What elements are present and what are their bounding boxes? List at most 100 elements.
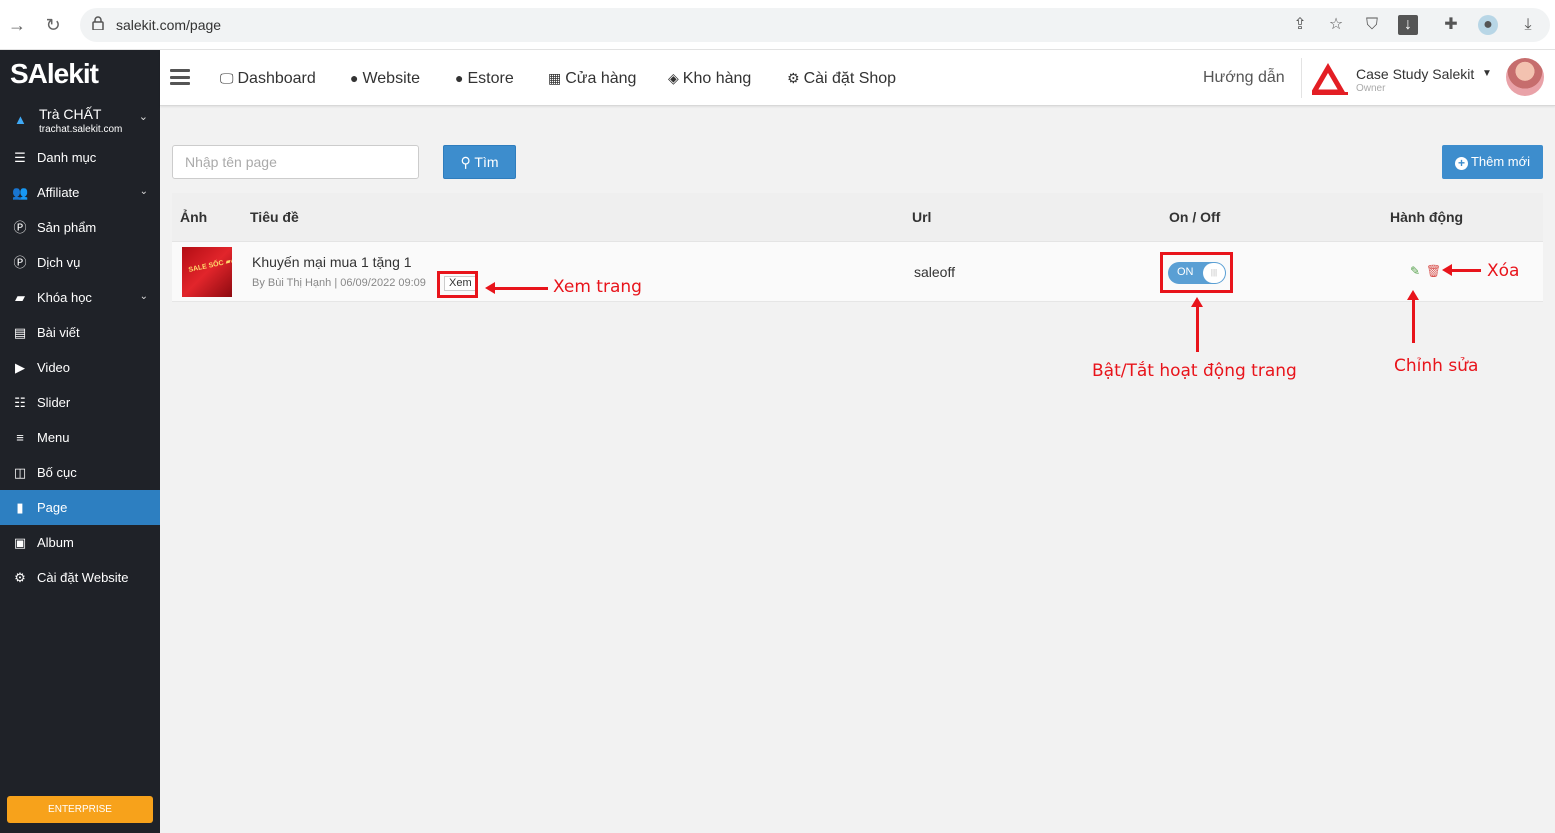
- search-button[interactable]: ⚲ Tìm: [443, 145, 516, 179]
- page-url: saleoff: [914, 264, 955, 280]
- image-icon: ▣: [13, 535, 27, 550]
- layout-icon: ◫: [13, 465, 27, 480]
- profile-icon[interactable]: ●: [1478, 15, 1498, 35]
- search-input[interactable]: [172, 145, 419, 179]
- annotation-edit-label: Chỉnh sửa: [1394, 356, 1479, 376]
- annotation-box-view: [437, 271, 478, 298]
- chevron-down-icon: ⌄: [138, 111, 148, 123]
- monitor-icon: 🖵: [220, 70, 234, 86]
- gear-icon: ⚙: [787, 70, 800, 86]
- sidebar-item-page[interactable]: ▮ Page: [0, 490, 160, 525]
- shop-icon: ▲: [14, 112, 27, 127]
- sidebar-item-khoa-hoc[interactable]: ▰ Khóa học ⌄: [0, 280, 160, 315]
- account-name[interactable]: Case Study Salekit: [1356, 66, 1474, 82]
- table-header: Ảnh Tiêu đề Url On / Off Hành động: [172, 193, 1543, 242]
- gear-icon: ⚙: [14, 570, 26, 585]
- top-navbar: 🖵 Dashboard ● Website ● Estore ▦ Cửa hàng ◈ K…: [160, 50, 1555, 106]
- nav-label: Cửa hàng: [565, 70, 637, 87]
- nav-website[interactable]: ● Website: [350, 70, 420, 88]
- download-icon[interactable]: ⤓: [1518, 15, 1538, 35]
- sidebar-item-video[interactable]: ▶ Video: [0, 350, 160, 385]
- sliders-icon: ☷: [14, 395, 26, 410]
- nav-label: Dashboard: [237, 70, 316, 87]
- nav-divider: [1301, 58, 1302, 98]
- sidebar-item-bo-cuc[interactable]: ◫ Bố cục: [0, 455, 160, 490]
- shield-icon[interactable]: ⛉: [1362, 15, 1382, 35]
- page-title[interactable]: Khuyến mại mua 1 tặng 1: [252, 254, 412, 270]
- sidebar-item-cai-dat-website[interactable]: ⚙ Cài đặt Website: [0, 560, 160, 595]
- sidebar-menu: ☰ Danh mục 👥 Affiliate ⌄ Ⓟ Sản phẩm Ⓟ Dị…: [0, 140, 160, 595]
- download-ext-icon[interactable]: ↓: [1398, 15, 1418, 35]
- plus-circle-icon: +: [1454, 157, 1468, 170]
- shop-switcher[interactable]: ▲ Trà CHẤT trachat.salekit.com ⌄: [0, 104, 160, 138]
- sidebar-item-album[interactable]: ▣ Album: [0, 525, 160, 560]
- users-icon: 👥: [12, 185, 29, 200]
- file-icon: ▮: [16, 500, 24, 515]
- sidebar-item-dich-vu[interactable]: Ⓟ Dịch vụ: [0, 245, 160, 280]
- thumbnail-art: SALE SỐC ▰▰: [187, 257, 232, 274]
- header-url: Url: [912, 209, 932, 225]
- pencil-icon[interactable]: ✎: [1410, 264, 1420, 278]
- video-icon: ▶: [15, 360, 25, 375]
- nav-label: Cài đặt Shop: [803, 70, 897, 87]
- book-icon: ▰: [15, 290, 25, 305]
- nav-dashboard[interactable]: 🖵 Dashboard: [220, 70, 316, 88]
- sidebar-item-label: Album: [37, 535, 74, 550]
- annotation-arrow-toggle: [1191, 297, 1203, 352]
- puzzle-icon[interactable]: ✚: [1441, 15, 1461, 35]
- annotation-arrow-delete: [1442, 264, 1481, 276]
- annotation-toggle-label: Bật/Tắt hoạt động trang: [1092, 361, 1297, 381]
- sidebar-item-label: Slider: [37, 395, 71, 410]
- annotation-arrow-edit: [1407, 290, 1419, 343]
- sidebar-item-label: Affiliate: [37, 185, 80, 200]
- search-button-label: Tìm: [474, 154, 499, 170]
- star-icon[interactable]: ☆: [1326, 15, 1346, 35]
- avatar[interactable]: [1506, 58, 1544, 96]
- header-image: Ảnh: [180, 209, 208, 225]
- newspaper-icon: ▤: [13, 325, 27, 340]
- sidebar-item-bai-viet[interactable]: ▤ Bài viết: [0, 315, 160, 350]
- address-url: salekit.com/page: [116, 17, 222, 33]
- page-thumbnail[interactable]: SALE SỐC ▰▰: [182, 247, 232, 297]
- sidebar-item-affiliate[interactable]: 👥 Affiliate ⌄: [0, 175, 160, 210]
- browser-toolbar: → ↻ salekit.com/page ⇪ ☆ ⛉ ↓ ✚ ● ⤓: [0, 0, 1555, 50]
- caret-down-icon[interactable]: ▼: [1482, 68, 1492, 79]
- annotation-arrow-view: [485, 282, 548, 294]
- back-icon[interactable]: →: [6, 14, 28, 36]
- sidebar-item-danh-muc[interactable]: ☰ Danh mục: [0, 140, 160, 175]
- hamburger-icon[interactable]: [170, 69, 190, 85]
- sidebar-item-san-pham[interactable]: Ⓟ Sản phẩm: [0, 210, 160, 245]
- header-actions: Hành động: [1390, 209, 1464, 225]
- sidebar-item-label: Bài viết: [37, 325, 80, 340]
- sidebar-item-label: Video: [37, 360, 71, 375]
- trash-icon[interactable]: 🗑: [1426, 264, 1441, 278]
- sidebar-item-menu[interactable]: ≡ Menu: [0, 420, 160, 455]
- plan-badge[interactable]: ENTERPRISE: [7, 796, 153, 823]
- share-icon[interactable]: ⇪: [1290, 15, 1310, 35]
- product-icon: Ⓟ: [13, 220, 27, 235]
- annotation-view-label: Xem trang: [553, 277, 642, 297]
- guide-link[interactable]: Hướng dẫn: [1203, 69, 1285, 87]
- nav-label: Website: [362, 70, 420, 87]
- pages-table: Ảnh Tiêu đề Url On / Off Hành động SALE …: [172, 193, 1543, 302]
- service-icon: Ⓟ: [13, 255, 27, 270]
- nav-estore[interactable]: ● Estore: [455, 70, 514, 88]
- sidebar-item-label: Khóa học: [37, 290, 92, 305]
- brand-logo[interactable]: SAlekit: [10, 58, 99, 90]
- add-page-button[interactable]: + Thêm mới: [1442, 145, 1543, 179]
- nav-cua-hang[interactable]: ▦ Cửa hàng: [548, 70, 636, 88]
- chevron-down-icon: ⌄: [139, 186, 148, 197]
- search-icon: ⚲: [460, 154, 471, 170]
- chevron-down-icon: ⌄: [139, 291, 148, 302]
- nav-cai-dat-shop[interactable]: ⚙ Cài đặt Shop: [787, 70, 896, 88]
- sidebar-item-slider[interactable]: ☷ Slider: [0, 385, 160, 420]
- nav-kho-hang[interactable]: ◈ Kho hàng: [668, 70, 751, 88]
- sidebar: SAlekit ▲ Trà CHẤT trachat.salekit.com ⌄…: [0, 50, 160, 833]
- sidebar-item-label: Sản phẩm: [37, 220, 97, 235]
- list-icon: ☰: [14, 150, 26, 165]
- reload-icon[interactable]: ↻: [42, 14, 64, 36]
- globe-icon: ●: [350, 70, 359, 86]
- page-meta: By Bùi Thị Hạnh | 06/09/2022 09:09: [252, 277, 426, 289]
- sidebar-item-label: Bố cục: [37, 465, 77, 480]
- sidebar-item-label: Cài đặt Website: [37, 570, 129, 585]
